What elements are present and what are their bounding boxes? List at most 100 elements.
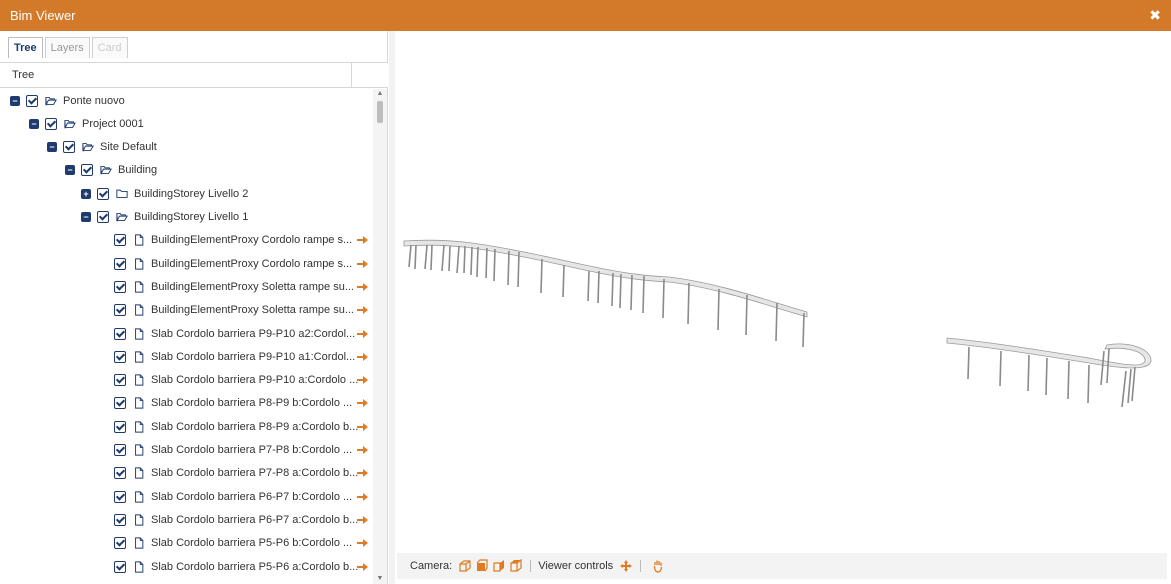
collapse-icon[interactable]: − — [47, 142, 57, 153]
file-icon — [135, 327, 144, 340]
visibility-checkbox[interactable] — [97, 187, 109, 200]
viewer-controls-label: Viewer controls — [538, 560, 614, 572]
tree-node-label: BuildingStorey Livello 2 — [134, 187, 249, 200]
collapse-icon[interactable]: − — [29, 118, 39, 129]
visibility-checkbox[interactable] — [114, 513, 126, 526]
tree-node[interactable]: BuildingElementProxy Cordolo rampe s... — [0, 229, 373, 252]
visibility-checkbox[interactable] — [114, 327, 126, 340]
tree-node[interactable]: − Project 0001 — [0, 112, 373, 135]
tree-node[interactable]: BuildingElementProxy Soletta rampe su... — [0, 275, 373, 298]
tab-layers[interactable]: Layers — [44, 37, 90, 58]
visibility-checkbox[interactable] — [114, 420, 126, 433]
tree-node[interactable]: Slab Cordolo barriera P6-P7 a:Cordolo b.… — [0, 508, 373, 531]
tree-node[interactable]: Slab Cordolo barriera P5-P6 a:Cordolo b.… — [0, 555, 373, 578]
file-icon — [135, 444, 144, 456]
visibility-checkbox[interactable] — [114, 560, 126, 573]
visibility-checkbox[interactable] — [63, 141, 75, 154]
visibility-checkbox[interactable] — [114, 304, 126, 317]
tab-tree[interactable]: Tree — [8, 37, 43, 58]
file-icon — [135, 234, 144, 246]
arrow-right-icon[interactable] — [356, 491, 369, 503]
column-header-tree[interactable]: Tree — [0, 63, 352, 87]
arrow-right-icon[interactable] — [356, 537, 369, 549]
visibility-checkbox[interactable] — [114, 467, 126, 480]
tree-node[interactable]: Slab Cordolo barriera P9-P10 a:Cordolo .… — [0, 369, 373, 392]
visibility-checkbox[interactable] — [114, 234, 126, 247]
tree-node[interactable]: − Ponte nuovo — [0, 89, 373, 112]
visibility-checkbox[interactable] — [114, 350, 126, 363]
scroll-up-icon[interactable]: ▲ — [373, 89, 387, 99]
collapse-icon[interactable]: − — [10, 95, 20, 106]
arrow-right-icon[interactable] — [356, 351, 369, 363]
camera-front-icon[interactable] — [475, 559, 489, 573]
move-icon[interactable] — [619, 559, 633, 573]
scroll-down-icon[interactable]: ▼ — [373, 574, 387, 584]
visibility-checkbox[interactable] — [114, 374, 126, 387]
tree-node-label: Slab Cordolo barriera P5-P6 b:Cordolo ..… — [151, 537, 353, 550]
tree-node-label: Slab Cordolo barriera P7-P8 b:Cordolo ..… — [151, 444, 353, 456]
folder-open-icon — [100, 166, 112, 176]
file-icon — [135, 281, 144, 293]
window-title: Bim Viewer — [10, 8, 76, 23]
tree-node[interactable]: Slab Cordolo barriera P7-P8 a:Cordolo b.… — [0, 462, 373, 485]
hand-icon[interactable] — [651, 559, 665, 573]
tree-node[interactable]: Slab Cordolo barriera P9-P10 a2:Cordol..… — [0, 322, 373, 345]
visibility-checkbox[interactable] — [81, 164, 93, 177]
scroll-thumb[interactable] — [377, 101, 383, 123]
file-icon — [135, 560, 144, 573]
file-icon — [135, 304, 144, 316]
bridge-deck-right — [946, 337, 1152, 369]
file-icon — [135, 467, 144, 479]
arrow-right-icon[interactable] — [356, 467, 369, 479]
tree-node[interactable]: BuildingElementProxy Soletta rampe su... — [0, 299, 373, 322]
visibility-checkbox[interactable] — [114, 537, 126, 550]
arrow-right-icon[interactable] — [356, 304, 369, 316]
visibility-checkbox[interactable] — [114, 257, 126, 270]
arrow-right-icon[interactable] — [356, 328, 369, 340]
arrow-right-icon[interactable] — [356, 374, 369, 386]
collapse-icon[interactable]: − — [81, 212, 91, 222]
tree-node[interactable]: − BuildingStorey Livello 1 — [0, 206, 373, 229]
arrow-right-icon[interactable] — [356, 234, 369, 246]
tree-node[interactable]: − Site Default — [0, 136, 373, 159]
expand-icon[interactable]: + — [81, 188, 91, 199]
tree-node[interactable]: Slab Cordolo barriera P7-P8 b:Cordolo ..… — [0, 439, 373, 462]
tree-node[interactable]: Slab Cordolo barriera P8-P9 b:Cordolo ..… — [0, 392, 373, 415]
arrow-right-icon[interactable] — [356, 421, 369, 433]
window-titlebar: Bim Viewer ✖ — [0, 0, 1171, 31]
tree-node-label: Slab Cordolo barriera P7-P8 a:Cordolo b.… — [151, 467, 359, 480]
folder-icon — [116, 189, 128, 198]
tree-node[interactable]: Slab Cordolo barriera P8-P9 a:Cordolo b.… — [0, 415, 373, 438]
visibility-checkbox[interactable] — [114, 490, 126, 503]
tree-node[interactable]: Slab Cordolo barriera P9-P10 a1:Cordol..… — [0, 345, 373, 368]
close-icon[interactable]: ✖ — [1149, 7, 1161, 24]
arrow-right-icon[interactable] — [356, 561, 369, 573]
arrow-right-icon[interactable] — [356, 444, 369, 456]
visibility-checkbox[interactable] — [114, 397, 126, 410]
camera-side-icon[interactable] — [492, 559, 506, 573]
viewer-canvas[interactable]: Camera: Viewer controls — [389, 31, 1171, 584]
file-icon — [135, 514, 144, 526]
visibility-checkbox[interactable] — [97, 211, 109, 223]
visibility-checkbox[interactable] — [45, 117, 57, 130]
tree-view: − Ponte nuovo − Project 0001 − Site Default − B… — [0, 89, 373, 584]
file-icon — [135, 397, 144, 410]
arrow-right-icon[interactable] — [356, 281, 369, 293]
camera-perspective-icon[interactable] — [458, 559, 472, 573]
tree-node[interactable]: Slab Cordolo barriera P5-P6 b:Cordolo ..… — [0, 532, 373, 555]
tree-scrollbar[interactable]: ▲ ▼ — [373, 89, 387, 584]
camera-top-icon[interactable] — [509, 559, 523, 573]
arrow-right-icon[interactable] — [356, 258, 369, 270]
visibility-checkbox[interactable] — [26, 94, 38, 107]
visibility-checkbox[interactable] — [114, 444, 126, 456]
visibility-checkbox[interactable] — [114, 280, 126, 293]
arrow-right-icon[interactable] — [356, 397, 369, 409]
tree-node[interactable]: BuildingElementProxy Cordolo rampe s... — [0, 252, 373, 275]
arrow-right-icon[interactable] — [356, 514, 369, 526]
tree-node-label: Ponte nuovo — [63, 94, 125, 107]
collapse-icon[interactable]: − — [65, 165, 75, 176]
tree-node[interactable]: + BuildingStorey Livello 2 — [0, 182, 373, 205]
folder-open-icon — [116, 213, 128, 223]
tree-node[interactable]: Slab Cordolo barriera P6-P7 b:Cordolo ..… — [0, 485, 373, 508]
tree-node[interactable]: − Building — [0, 159, 373, 182]
